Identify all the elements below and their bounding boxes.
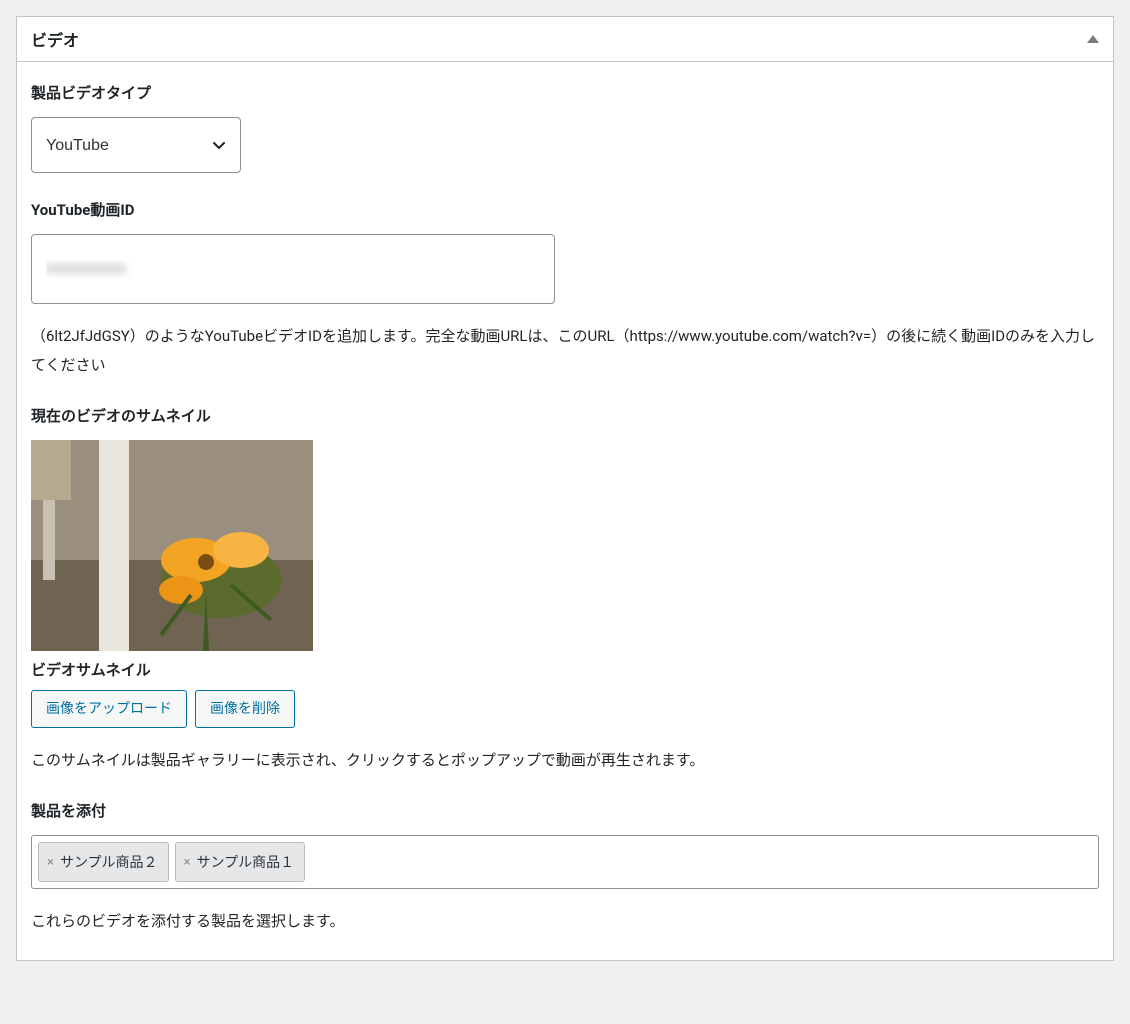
video-type-label: 製品ビデオタイプ — [31, 82, 1099, 103]
close-icon[interactable]: × — [47, 856, 54, 869]
thumbnail-image — [31, 440, 313, 651]
product-tag: × サンプル商品１ — [175, 842, 306, 882]
product-tag: × サンプル商品２ — [38, 842, 169, 882]
video-panel: ビデオ 製品ビデオタイプ YouTube YouTube動画ID （6lt2Jf… — [16, 16, 1114, 961]
thumbnail-label: ビデオサムネイル — [31, 659, 1099, 680]
attach-products-label: 製品を添付 — [31, 800, 1099, 821]
panel-header[interactable]: ビデオ — [17, 17, 1113, 62]
close-icon[interactable]: × — [184, 856, 191, 869]
youtube-id-help: （6lt2JfJdGSY）のようなYouTubeビデオIDを追加します。完全な動… — [31, 322, 1099, 379]
product-tag-label: サンプル商品１ — [197, 852, 295, 872]
current-thumbnail-label: 現在のビデオのサムネイル — [31, 405, 1099, 426]
panel-body: 製品ビデオタイプ YouTube YouTube動画ID （6lt2JfJdGS… — [17, 62, 1113, 960]
video-type-select-wrap: YouTube — [31, 117, 241, 173]
youtube-id-input[interactable] — [31, 234, 555, 304]
attach-products-help: これらのビデオを添付する製品を選択します。 — [31, 907, 1099, 936]
panel-title: ビデオ — [31, 27, 79, 51]
collapse-icon — [1087, 35, 1099, 43]
upload-image-button[interactable]: 画像をアップロード — [31, 690, 187, 728]
attach-products-input[interactable]: × サンプル商品２ × サンプル商品１ — [31, 835, 1099, 889]
thumbnail-buttons: 画像をアップロード 画像を削除 — [31, 690, 1099, 728]
thumbnail-help: このサムネイルは製品ギャラリーに表示され、クリックするとポップアップで動画が再生… — [31, 746, 1099, 775]
youtube-id-label: YouTube動画ID — [31, 199, 1099, 220]
video-type-select[interactable]: YouTube — [31, 117, 241, 173]
product-tag-label: サンプル商品２ — [60, 852, 158, 872]
delete-image-button[interactable]: 画像を削除 — [195, 690, 295, 728]
